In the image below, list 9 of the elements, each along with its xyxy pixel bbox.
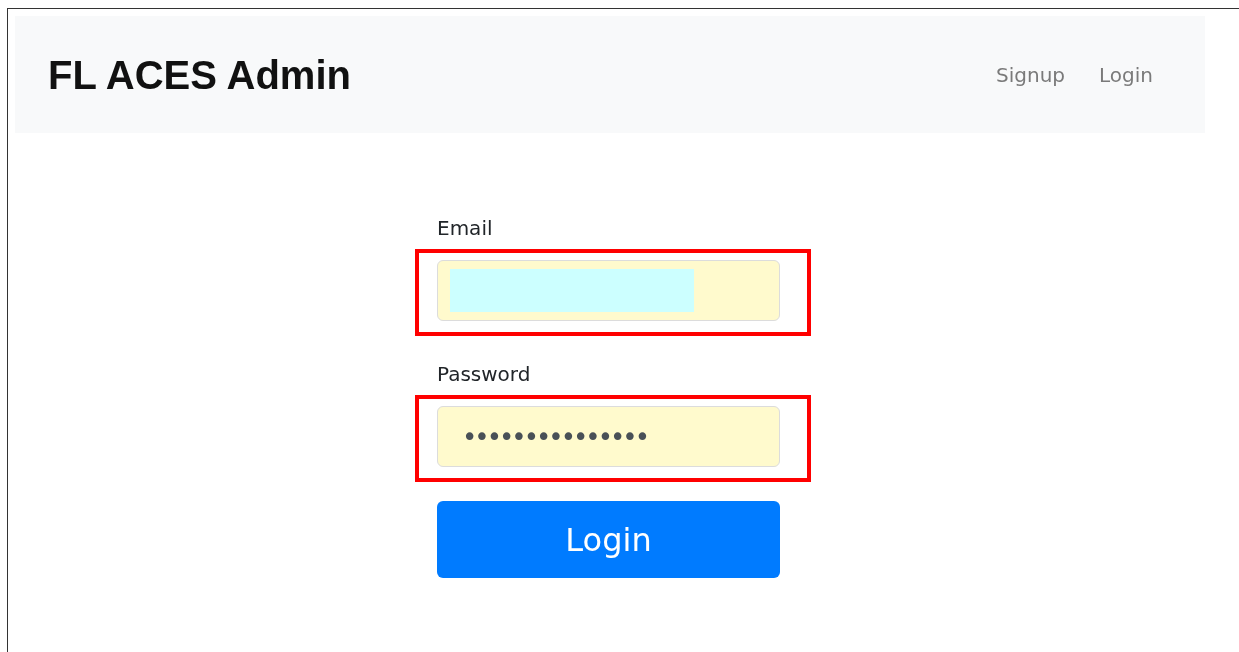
nav-link[interactable]: Signup [996,59,1066,90]
field-label: Password [437,362,531,386]
brand-title: FL ACES Admin [48,51,351,99]
login-button[interactable]: Login [437,501,780,578]
nav-link[interactable]: Login [1099,59,1153,90]
field-label: Email [437,216,493,240]
email-field[interactable] [437,260,780,321]
password-field[interactable]: ••••••••••••••• [437,406,780,467]
password-value: ••••••••••••••• [462,423,648,450]
